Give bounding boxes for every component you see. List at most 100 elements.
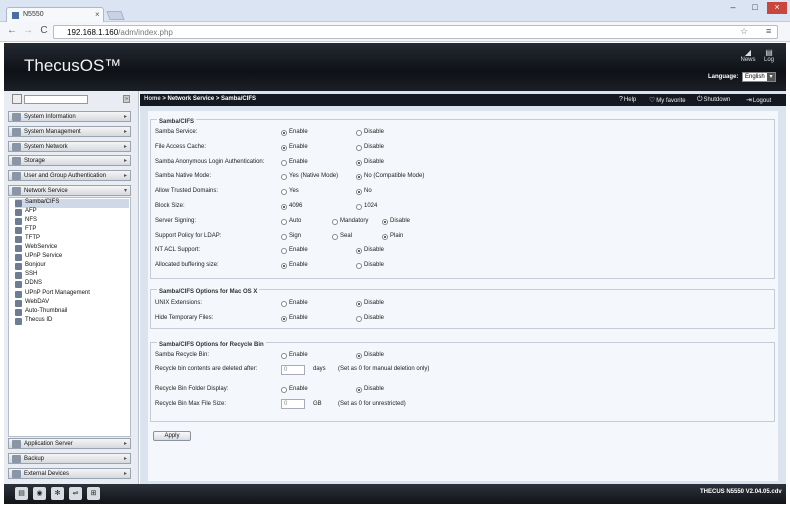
samba-option-radio[interactable] [332,233,338,240]
sidebar-item-tftp[interactable]: TFTP [15,235,40,244]
recycle-bin-label: Samba Recycle Bin: [155,352,210,358]
management-icon [12,128,21,136]
new-tab-button[interactable] [106,11,125,20]
menu-category-network-service[interactable]: Network Service ▾ [8,185,131,196]
recycle-maxsize-note: (Set as 0 for unrestricted) [338,401,406,407]
news-button[interactable]: ◢ News [739,48,757,63]
logout-button[interactable]: ⇥Logout [746,96,771,104]
samba-legend: Samba/CIFS [157,119,197,125]
disk-icon[interactable]: ▤ [15,487,28,500]
breadcrumb-path: > Network Service > Samba/CIFS [160,96,257,102]
samba-option-radio[interactable] [356,130,362,136]
close-window-button[interactable]: × [767,2,787,14]
samba-option-label: No (Compatible Mode) [364,173,425,180]
bookmark-star-icon[interactable]: ☆ [740,26,748,37]
address-bar[interactable]: 192.168.1.160/adm/index.php [53,25,778,39]
macos-option-radio[interactable] [281,316,287,322]
samba-option-radio[interactable] [382,218,388,225]
recycle-display-enable-radio[interactable] [281,387,287,393]
menu-category-application-server[interactable]: Application Server ▸ [8,438,131,449]
samba-option-radio[interactable] [382,233,388,240]
sidebar-item-upnp[interactable]: UPnP Service [15,253,62,262]
fan-icon[interactable]: ✻ [51,487,64,500]
menu-category-system-management[interactable]: System Management ▸ [8,126,131,137]
sidebar-item-webdav[interactable]: WebDAV [15,299,49,308]
macos-option-radio[interactable] [356,316,362,322]
sidebar-item-ftp[interactable]: FTP [15,226,36,235]
apply-button[interactable]: Apply [153,431,191,441]
macos-option-radio[interactable] [356,301,362,307]
menu-category-system-information[interactable]: System Information ▸ [8,111,131,122]
log-button[interactable]: ▤ Log [760,48,778,63]
sidebar-item-ssh[interactable]: SSH [15,271,37,280]
samba-option-radio[interactable] [332,218,338,225]
samba-option-radio[interactable] [281,233,287,240]
recycle-bin-enable-radio[interactable] [281,353,287,359]
sidebar-item-label: AFP [25,208,37,214]
usb-icon[interactable]: ⇌ [69,487,82,500]
language-select[interactable]: English ▾ [742,72,776,82]
recycle-days-input[interactable]: 0 [281,365,305,375]
sidebar-item-webservice[interactable]: WebService [15,244,57,253]
samba-row-label: Support Policy for LDAP: [155,232,222,239]
network-tree-icon[interactable]: ⊞ [87,487,100,500]
sidebar-item-samba[interactable]: Samba/CIFS [15,199,129,208]
breadcrumb-home[interactable]: Home [144,96,161,102]
samba-option-radio[interactable] [281,159,287,166]
shutdown-button[interactable]: ⏻Shutdown [697,96,730,104]
samba-option-radio[interactable] [356,204,362,210]
menu-search-button[interactable]: » [123,95,130,103]
tab-close-icon[interactable]: × [95,10,100,19]
samba-option-radio[interactable] [281,144,287,151]
log-icon: ▤ [765,48,773,57]
menu-category-system-network[interactable]: System Network ▸ [8,141,131,152]
menu-category-backup[interactable]: Backup ▸ [8,453,131,464]
sidebar-item-ddns[interactable]: DDNS [15,280,42,289]
menu-category-storage[interactable]: Storage ▸ [8,155,131,166]
forward-button[interactable]: → [22,25,34,37]
sidebar-item-afp[interactable]: AFP [15,208,37,217]
sidebar-item-bonjour[interactable]: Bonjour [15,262,46,271]
samba-option-radio[interactable] [281,130,287,136]
samba-option-radio[interactable] [281,204,287,210]
sidebar-item-nfs[interactable]: NFS [15,217,37,226]
menu-category-external-devices[interactable]: External Devices ▸ [8,468,131,479]
recycle-bin-disable-label: Disable [364,352,385,358]
samba-row-label: Samba Native Mode: [155,173,212,180]
sidebar-item-label: Samba/CIFS [25,199,60,205]
reload-button[interactable]: C [38,25,50,37]
samba-option-radio[interactable] [281,218,287,225]
sidebar-item-upnp-port[interactable]: UPnP Port Management [15,290,90,299]
id-icon [15,318,22,325]
recycle-display-disable-radio[interactable] [356,387,362,393]
minimize-button[interactable]: – [723,2,743,14]
macos-option-radio[interactable] [281,301,287,307]
menu-icon[interactable]: ≡ [766,26,771,36]
shutdown-label: Shutdown [703,97,731,103]
url-path: /adm/index.php [118,28,173,37]
users-icon [12,172,21,180]
sidebar-item-thecus-id[interactable]: Thecus ID [15,317,52,326]
my-favorite-button[interactable]: ♡My favorite [649,96,686,104]
menu-category-user-group[interactable]: User and Group Authentication ▸ [8,170,131,181]
recycle-maxsize-input[interactable]: 0 [281,399,305,409]
samba-option-radio[interactable] [356,159,362,166]
menu-category-label: System Management [24,129,81,135]
sidebar-item-label: UPnP Port Management [25,290,90,296]
browser-tab[interactable]: N5550 × [6,7,104,22]
service-icon [12,187,21,195]
sidebar-item-auto-thumbnail[interactable]: Auto-Thumbnail [15,308,67,317]
recycle-bin-disable-radio[interactable] [356,353,362,359]
samba-row-label: File Access Cache: [155,143,207,150]
samba-option-label: Disable [364,247,385,254]
ssh-icon [15,272,22,279]
samba-option-radio[interactable] [356,144,362,151]
back-button[interactable]: ← [6,25,18,37]
help-button[interactable]: ?Help [619,96,636,103]
macos-row-label: UNIX Extensions: [155,300,203,306]
rss-icon: ◢ [744,48,752,57]
camera-icon[interactable]: ◉ [33,487,46,500]
maximize-button[interactable]: □ [745,2,765,14]
menu-search-input[interactable] [24,95,88,104]
sidebar-item-label: Bonjour [25,262,46,268]
